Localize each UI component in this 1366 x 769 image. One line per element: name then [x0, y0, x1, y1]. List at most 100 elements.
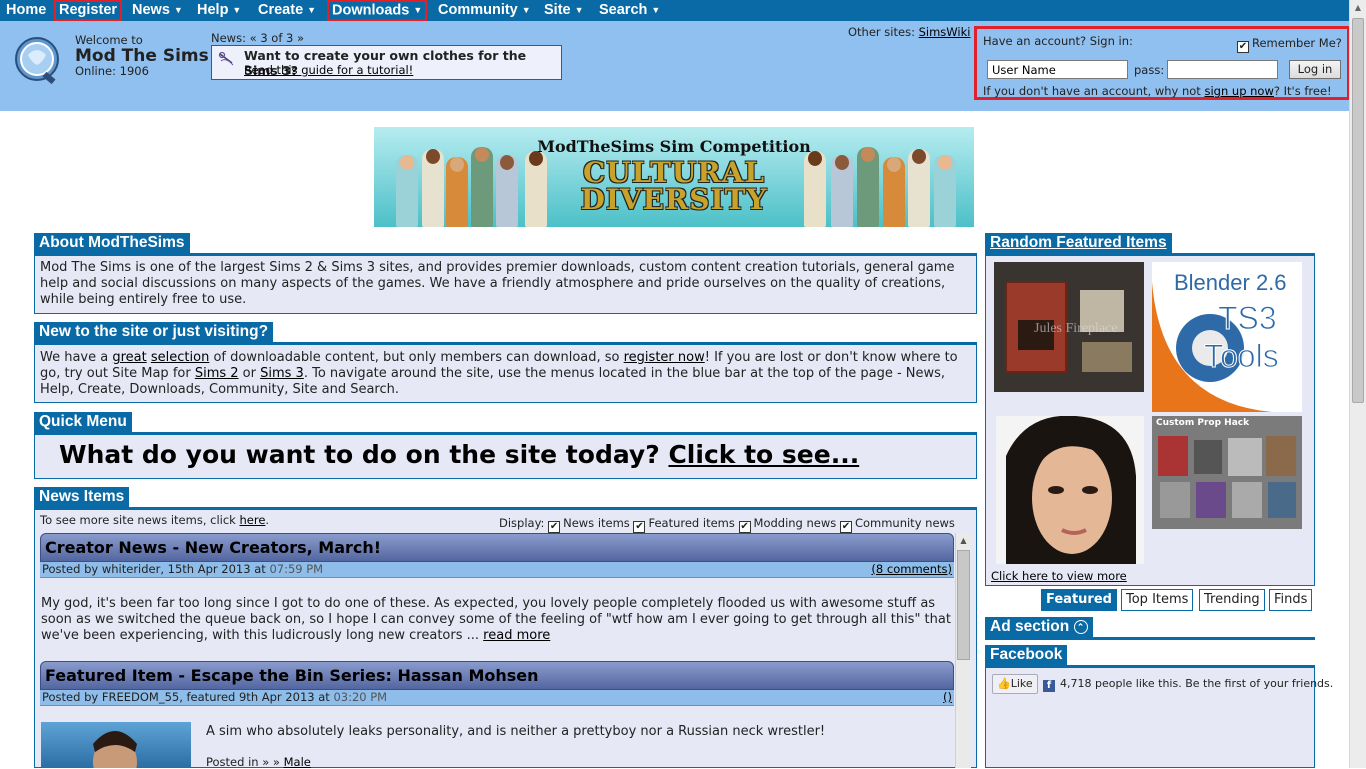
page-scroll-up-icon[interactable]: ▲: [1350, 0, 1366, 16]
filter-featured-checkbox[interactable]: ✔: [633, 521, 646, 533]
password-input[interactable]: [1167, 60, 1278, 79]
filter-modding-news[interactable]: ✔ Modding news: [738, 516, 836, 533]
ad-header: Ad section ⌃: [985, 617, 1093, 637]
online-count: Online: 1906: [75, 64, 149, 79]
password-label: pass:: [1134, 63, 1165, 77]
news-item-header[interactable]: Creator News - New Creators, March!: [40, 533, 954, 562]
news-item-time: 03:20 PM: [333, 690, 388, 704]
newsite-header: New to the site or just visiting?: [34, 322, 274, 342]
nav-create-label: Create: [258, 2, 304, 18]
needle-icon: [218, 51, 236, 70]
nav-community[interactable]: Community ▼: [438, 0, 531, 21]
nav-help[interactable]: Help ▼: [197, 0, 241, 21]
nav-news[interactable]: News ▼: [132, 0, 183, 21]
news-ticker-box[interactable]: Want to create your own clothes for the …: [211, 45, 562, 80]
filter-modding-checkbox[interactable]: ✔: [738, 521, 751, 533]
nav-site[interactable]: Site ▼: [544, 0, 584, 21]
username-input[interactable]: [987, 60, 1128, 79]
view-more-link[interactable]: Click here to view more: [991, 569, 1127, 583]
register-now-link[interactable]: register now: [624, 350, 705, 365]
scroll-up-icon[interactable]: ▲: [956, 533, 971, 549]
tab-trending[interactable]: Trending: [1199, 589, 1265, 611]
featured-thumb-prop-hack[interactable]: Custom Prop Hack: [1152, 416, 1302, 529]
news-item-byline: Posted by FREEDOM_55, featured 9th Apr 2…: [40, 690, 954, 706]
news-more-link[interactable]: here: [239, 513, 265, 527]
nav-news-label: News: [132, 2, 170, 18]
filter-community-news[interactable]: ✔ Community news: [839, 516, 955, 533]
filter-featured-items[interactable]: ✔ Featured items: [633, 516, 735, 533]
sims2-link[interactable]: Sims 2: [195, 366, 239, 381]
news-item-comments-link[interactable]: (): [943, 690, 952, 705]
remember-me-label: Remember Me?: [1252, 36, 1342, 50]
nav-help-label: Help: [197, 2, 229, 18]
site-logo-icon[interactable]: [14, 35, 60, 87]
filter-news-checkbox[interactable]: ✔: [548, 521, 561, 533]
selection-link[interactable]: selection: [151, 350, 209, 365]
facebook-like-button[interactable]: 👍Like: [992, 674, 1038, 694]
news-scrollbar[interactable]: ▲: [955, 533, 971, 768]
site-name: Mod The Sims: [75, 45, 209, 66]
nav-register[interactable]: Register: [54, 0, 123, 21]
facebook-like-text: 4,718 people like this. Be the first of …: [1060, 677, 1334, 690]
remember-me-checkbox[interactable]: ✔: [1237, 41, 1249, 53]
newsite-text-4: or: [238, 366, 261, 381]
newsite-text-2: of downloadable content, but only member…: [209, 350, 624, 365]
random-header: Random Featured Items: [985, 233, 1172, 253]
quickmenu-link[interactable]: Click to see...: [668, 440, 859, 469]
thumbs-up-icon: 👍: [997, 677, 1011, 690]
simswiki-link[interactable]: SimsWiki: [919, 25, 971, 39]
other-sites-label: Other sites:: [848, 25, 915, 39]
posted-in-text: Posted in » »: [206, 755, 280, 769]
remember-me[interactable]: ✔ Remember Me?: [1237, 36, 1342, 53]
filter-community-checkbox[interactable]: ✔: [839, 521, 852, 533]
news-ticker-label: News: « 3 of 3 »: [211, 31, 304, 45]
signup-link[interactable]: sign up now: [1204, 84, 1273, 98]
news-item-title[interactable]: Featured Item - Escape the Bin Series: H…: [45, 666, 539, 685]
nav-create[interactable]: Create ▼: [258, 0, 316, 21]
great-link[interactable]: great: [112, 350, 146, 365]
random-header-link[interactable]: Random Featured Items: [990, 234, 1167, 251]
news-more: To see more site news items, click here.: [40, 513, 270, 527]
news-item-time: 07:59 PM: [269, 562, 324, 576]
page-scrollbar[interactable]: ▲: [1349, 0, 1366, 768]
tab-featured[interactable]: Featured: [1041, 589, 1117, 611]
news-prev-button[interactable]: «: [250, 31, 257, 45]
nav-search[interactable]: Search ▼: [599, 0, 660, 21]
chevron-down-icon: ▼: [232, 5, 242, 16]
login-button[interactable]: Log in: [1289, 60, 1341, 79]
featured-thumb-fireplace[interactable]: Jules Fireplace: [994, 262, 1144, 392]
news-scrollbar-thumb[interactable]: [957, 550, 970, 660]
news-item-body: A sim who absolutely leaks personality, …: [206, 724, 826, 739]
read-more-link[interactable]: read more: [483, 628, 550, 643]
nav-home-label: Home: [6, 2, 47, 18]
category-male-link[interactable]: Male: [284, 755, 311, 769]
featured-thumb-blender[interactable]: Blender 2.6 TS3 Tools: [1152, 262, 1302, 412]
quickmenu-header: Quick Menu: [34, 412, 132, 432]
news-item-comments-link[interactable]: (8 comments): [871, 562, 952, 577]
news-item-header[interactable]: Featured Item - Escape the Bin Series: H…: [40, 661, 954, 690]
collapse-icon[interactable]: ⌃: [1073, 620, 1088, 634]
nav-downloads[interactable]: Downloads ▼: [327, 0, 428, 21]
facebook-header: Facebook: [985, 645, 1068, 665]
news-next-button[interactable]: »: [297, 31, 304, 45]
signup-suffix: ? It's free!: [1273, 84, 1332, 98]
tab-finds[interactable]: Finds: [1269, 589, 1313, 611]
news-header: News Items: [34, 487, 130, 507]
blender-version-text: Blender 2.6: [1174, 270, 1287, 295]
page-scrollbar-thumb[interactable]: [1352, 18, 1364, 403]
newsite-text: We have a great selection of downloadabl…: [40, 350, 972, 398]
news-ticker-link[interactable]: Read this guide for a tutorial!: [244, 63, 413, 77]
news-count: 3 of 3: [260, 31, 294, 45]
sims3-link[interactable]: Sims 3: [260, 366, 304, 381]
signup-prefix: If you don't have an account, why not: [983, 84, 1201, 98]
facebook-like-label: Like: [1010, 677, 1033, 690]
tab-top-items[interactable]: Top Items: [1121, 589, 1194, 611]
filter-news-items[interactable]: ✔ News items: [548, 516, 630, 533]
about-header: About ModTheSims: [34, 233, 190, 253]
competition-banner[interactable]: ModTheSims Sim Competition CULTURAL DIVER…: [374, 127, 974, 227]
news-label: News:: [211, 31, 246, 45]
featured-thumb-sim-portrait[interactable]: [996, 416, 1144, 564]
news-item-title[interactable]: Creator News - New Creators, March!: [45, 538, 381, 557]
news-item-thumbnail[interactable]: [41, 722, 191, 768]
nav-home[interactable]: Home: [6, 0, 46, 21]
